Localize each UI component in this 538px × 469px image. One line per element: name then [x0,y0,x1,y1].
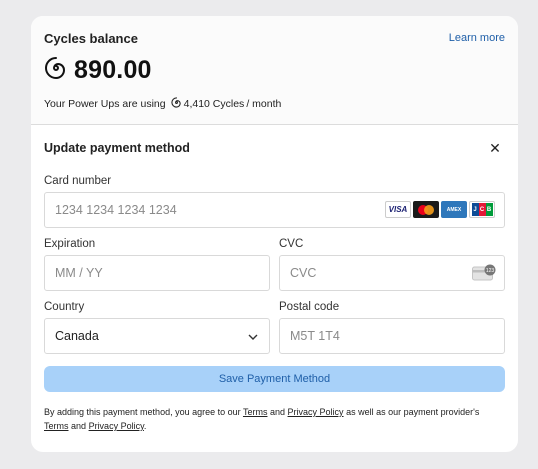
payment-card: Cycles balance Learn more 890.00 Your Po… [31,16,518,452]
cycles-balance-panel: Cycles balance Learn more 890.00 Your Po… [31,16,518,125]
chevron-down-icon [247,331,259,345]
terms-text-part1: By adding this payment method, you agree… [44,407,241,417]
cvc-wrapper: 123 [279,255,505,291]
terms-link[interactable]: Terms [243,407,268,417]
usage-text: Your Power Ups are using 4,410 Cycles / … [44,97,281,111]
provider-terms-link[interactable]: Terms [44,421,69,431]
payment-method-title: Update payment method [44,141,190,155]
card-number-wrapper: VISA AMEX JCB [44,192,505,228]
card-number-label: Card number [44,175,112,187]
country-label: Country [44,301,85,313]
save-payment-method-button[interactable]: Save Payment Method [44,366,505,392]
postal-code-label: Postal code [279,301,340,313]
expiration-input[interactable] [44,255,270,291]
country-select[interactable]: Canada [44,318,270,354]
terms-and-2: and [71,421,87,431]
cvc-card-icon: 123 [472,264,496,287]
usage-amount: 4,410 Cycles [183,98,245,110]
usage-prefix: Your Power Ups are using [44,98,166,110]
svg-text:123: 123 [486,268,495,274]
terms-text: By adding this payment method, you agree… [44,405,484,433]
jcb-icon: JCB [469,201,495,218]
cycles-small-icon [170,97,182,111]
learn-more-link[interactable]: Learn more [449,32,505,44]
country-value: Canada [55,329,99,343]
balance-amount-row: 890.00 [44,56,152,85]
expiration-label: Expiration [44,238,96,250]
visa-icon: VISA [385,201,411,218]
postal-code-input[interactable] [279,318,505,354]
balance-title: Cycles balance [44,31,138,46]
mastercard-icon [413,201,439,218]
amex-icon: AMEX [441,201,467,218]
usage-suffix: / month [246,98,282,110]
privacy-policy-link[interactable]: Privacy Policy [288,407,344,417]
card-brand-icons: VISA AMEX JCB [385,201,495,218]
cycles-spiral-icon [44,56,68,85]
terms-text-part2: as well as our payment provider's [346,407,480,417]
terms-and: and [269,407,286,417]
balance-amount: 890.00 [74,56,152,84]
cvc-label: CVC [279,238,304,250]
provider-privacy-policy-link[interactable]: Privacy Policy [89,421,144,431]
terms-period: . [143,421,147,431]
close-icon[interactable]: ✕ [488,141,502,155]
